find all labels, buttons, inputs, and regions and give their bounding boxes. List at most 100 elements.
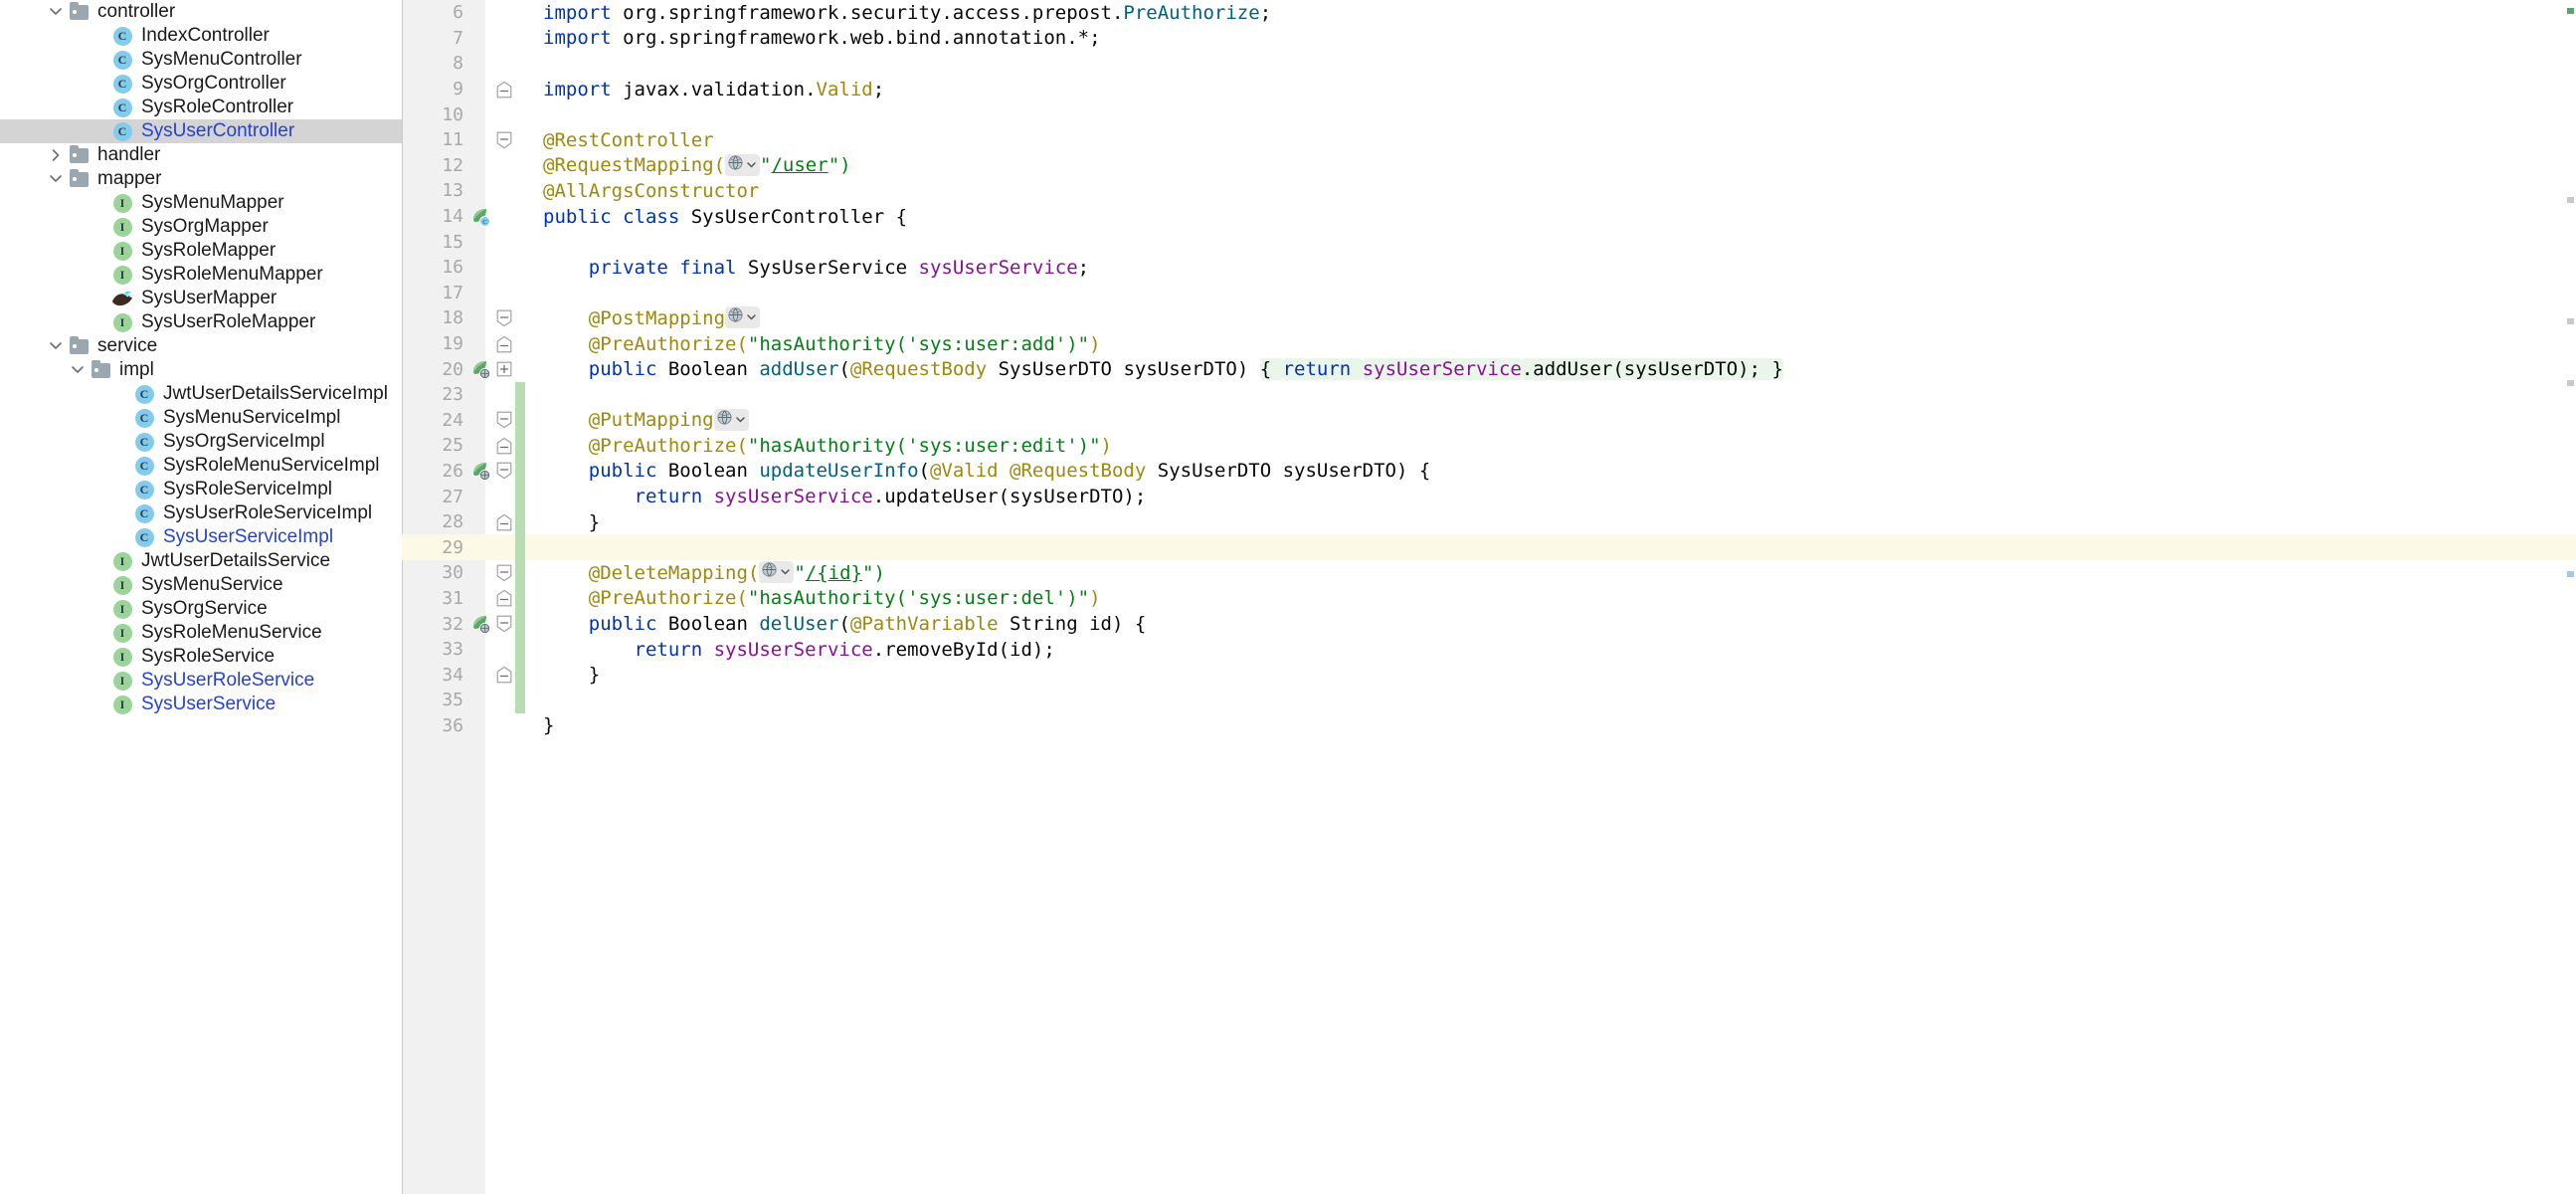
code-text[interactable]: @PreAuthorize("hasAuthority('sys:user:de… (525, 587, 2576, 609)
tree-item-sysmenumapper[interactable]: I SysMenuMapper (0, 191, 402, 215)
project-tool-window[interactable]: controller C IndexController C SysMenuContro… (0, 0, 402, 1194)
line-number[interactable]: 12 (402, 155, 467, 176)
chevron-down-icon[interactable] (46, 334, 66, 358)
vcs-change-marker[interactable] (515, 508, 525, 535)
code-line-7[interactable]: 7 import org.springframework.web.bind.ann… (402, 26, 2576, 52)
vcs-change-marker[interactable] (515, 534, 525, 561)
fold-collapse-icon[interactable] (493, 411, 515, 429)
code-line-29[interactable]: 29 (402, 534, 2576, 561)
code-text[interactable]: public Boolean delUser(@PathVariable Str… (525, 613, 2576, 635)
tree-item-sysusermapper[interactable]: SysUserMapper (0, 287, 402, 310)
code-text[interactable]: @PreAuthorize("hasAuthority('sys:user:ad… (525, 333, 2576, 355)
line-number[interactable]: 29 (402, 537, 467, 558)
chevron-down-icon[interactable] (46, 167, 66, 191)
code-line-19[interactable]: 19 @PreAuthorize("hasAuthority('sys:user… (402, 331, 2576, 357)
chevron-down-icon[interactable] (46, 0, 66, 24)
line-number[interactable]: 26 (402, 461, 467, 482)
code-line-6[interactable]: 6 import org.springframework.security.acc… (402, 0, 2576, 26)
vcs-change-marker[interactable] (515, 662, 525, 689)
fold-end-icon[interactable] (493, 666, 515, 684)
spring-bean-gutter-icon[interactable] (467, 359, 493, 380)
tree-item-sysroleserviceimpl[interactable]: C SysRoleServiceImpl (0, 478, 402, 501)
code-text[interactable]: public Boolean updateUserInfo(@Valid @Re… (525, 460, 2576, 482)
vcs-change-marker[interactable] (515, 381, 525, 408)
code-text[interactable]: @PostMapping (525, 306, 2576, 330)
tree-item-sysmenuserviceimpl[interactable]: C SysMenuServiceImpl (0, 406, 402, 430)
code-line-27[interactable]: 27 return sysUserService.updateUser(sysU… (402, 484, 2576, 509)
line-number[interactable]: 14 (402, 206, 467, 227)
code-line-36[interactable]: 36} (402, 713, 2576, 739)
scrollbar-mark[interactable] (2567, 8, 2574, 14)
tree-item-sysuserserviceimpl[interactable]: C SysUserServiceImpl (0, 525, 402, 549)
line-number[interactable]: 30 (402, 562, 467, 583)
tree-item-sysuserroleserviceimpl[interactable]: C SysUserRoleServiceImpl (0, 501, 402, 525)
code-line-13[interactable]: 13 @AllArgsConstructor (402, 178, 2576, 204)
tree-item-sysorgmapper[interactable]: I SysOrgMapper (0, 215, 402, 239)
code-line-18[interactable]: 18 @PostMapping (402, 305, 2576, 331)
vcs-change-marker[interactable] (515, 407, 525, 434)
editor-scrollbar[interactable] (2562, 0, 2576, 1194)
code-line-35[interactable]: 35 (402, 688, 2576, 713)
code-text[interactable]: private final SysUserService sysUserServ… (525, 257, 2576, 279)
tree-item-controller[interactable]: controller (0, 0, 402, 24)
url-mapping-gutter-chip[interactable] (725, 153, 761, 176)
line-number[interactable]: 10 (402, 104, 467, 125)
code-text[interactable]: return sysUserService.updateUser(sysUser… (525, 486, 2576, 507)
tree-item-sysuserrolemapper[interactable]: I SysUserRoleMapper (0, 310, 402, 334)
tree-item-sysrolemenuserviceimpl[interactable]: C SysRoleMenuServiceImpl (0, 454, 402, 478)
code-text[interactable]: return sysUserService.removeById(id); (525, 639, 2576, 661)
url-mapping-gutter-chip[interactable] (725, 306, 761, 329)
line-number[interactable]: 13 (402, 180, 467, 201)
tree-item-service[interactable]: service (0, 334, 402, 358)
code-line-25[interactable]: 25 @PreAuthorize("hasAuthority('sys:user… (402, 433, 2576, 459)
tree-item-handler[interactable]: handler (0, 143, 402, 167)
code-text[interactable]: @DeleteMapping("/{id}") (525, 561, 2576, 585)
fold-end-icon[interactable] (493, 589, 515, 607)
code-text[interactable]: import org.springframework.security.acce… (525, 2, 2576, 24)
line-number[interactable]: 34 (402, 665, 467, 686)
code-line-15[interactable]: 15 (402, 229, 2576, 255)
code-line-26[interactable]: 26 public Boolean updateUserInfo(@Valid … (402, 458, 2576, 485)
scrollbar-mark[interactable] (2567, 571, 2574, 577)
line-number[interactable]: 9 (402, 79, 467, 100)
scrollbar-mark[interactable] (2567, 197, 2574, 203)
tree-item-indexcontroller[interactable]: C IndexController (0, 24, 402, 48)
code-line-20[interactable]: 20 public Boolean addUser(@RequestBody S… (402, 356, 2576, 382)
code-text[interactable]: } (525, 714, 2576, 736)
vcs-change-marker[interactable] (515, 560, 525, 586)
line-number[interactable]: 15 (402, 232, 467, 253)
tree-item-sysuserroleservice[interactable]: I SysUserRoleService (0, 669, 402, 693)
line-number[interactable]: 28 (402, 511, 467, 532)
line-number[interactable]: 36 (402, 715, 467, 736)
code-line-30[interactable]: 30 @DeleteMapping("/{id}") (402, 560, 2576, 586)
line-number[interactable]: 27 (402, 487, 467, 507)
code-line-12[interactable]: 12 @RequestMapping("/user") (402, 153, 2576, 179)
code-line-32[interactable]: 32 public Boolean delUser(@PathVariable … (402, 611, 2576, 637)
code-text[interactable]: @RestController (525, 129, 2576, 151)
tree-item-sysrolecontroller[interactable]: C SysRoleController (0, 96, 402, 119)
chevron-down-icon[interactable] (745, 154, 758, 176)
fold-collapse-icon[interactable] (493, 462, 515, 480)
tree-item-sysorgcontroller[interactable]: C SysOrgController (0, 72, 402, 96)
code-line-34[interactable]: 34 } (402, 662, 2576, 689)
code-text[interactable]: @PreAuthorize("hasAuthority('sys:user:ed… (525, 435, 2576, 457)
spring-bean-gutter-icon[interactable] (467, 461, 493, 482)
code-text[interactable]: public Boolean addUser(@RequestBody SysU… (525, 358, 2576, 381)
spring-bean-gutter-icon[interactable] (467, 614, 493, 635)
tree-item-sysrolemapper[interactable]: I SysRoleMapper (0, 239, 402, 263)
code-line-10[interactable]: 10 (402, 101, 2576, 127)
fold-end-icon[interactable] (493, 513, 515, 531)
code-text[interactable]: } (525, 664, 2576, 686)
line-number[interactable]: 17 (402, 283, 467, 303)
spring-bean-gutter-icon[interactable]: C (467, 207, 493, 227)
fold-end-icon[interactable] (493, 437, 515, 455)
fold-collapse-icon[interactable] (493, 564, 515, 582)
code-line-17[interactable]: 17 (402, 281, 2576, 306)
tree-item-impl[interactable]: impl (0, 358, 402, 382)
code-text[interactable]: } (525, 511, 2576, 533)
code-text[interactable]: import org.springframework.web.bind.anno… (525, 27, 2576, 49)
code-text[interactable]: import javax.validation.Valid; (525, 79, 2576, 100)
code-line-28[interactable]: 28 } (402, 508, 2576, 535)
chevron-down-icon[interactable] (779, 561, 792, 583)
fold-end-icon[interactable] (493, 335, 515, 353)
